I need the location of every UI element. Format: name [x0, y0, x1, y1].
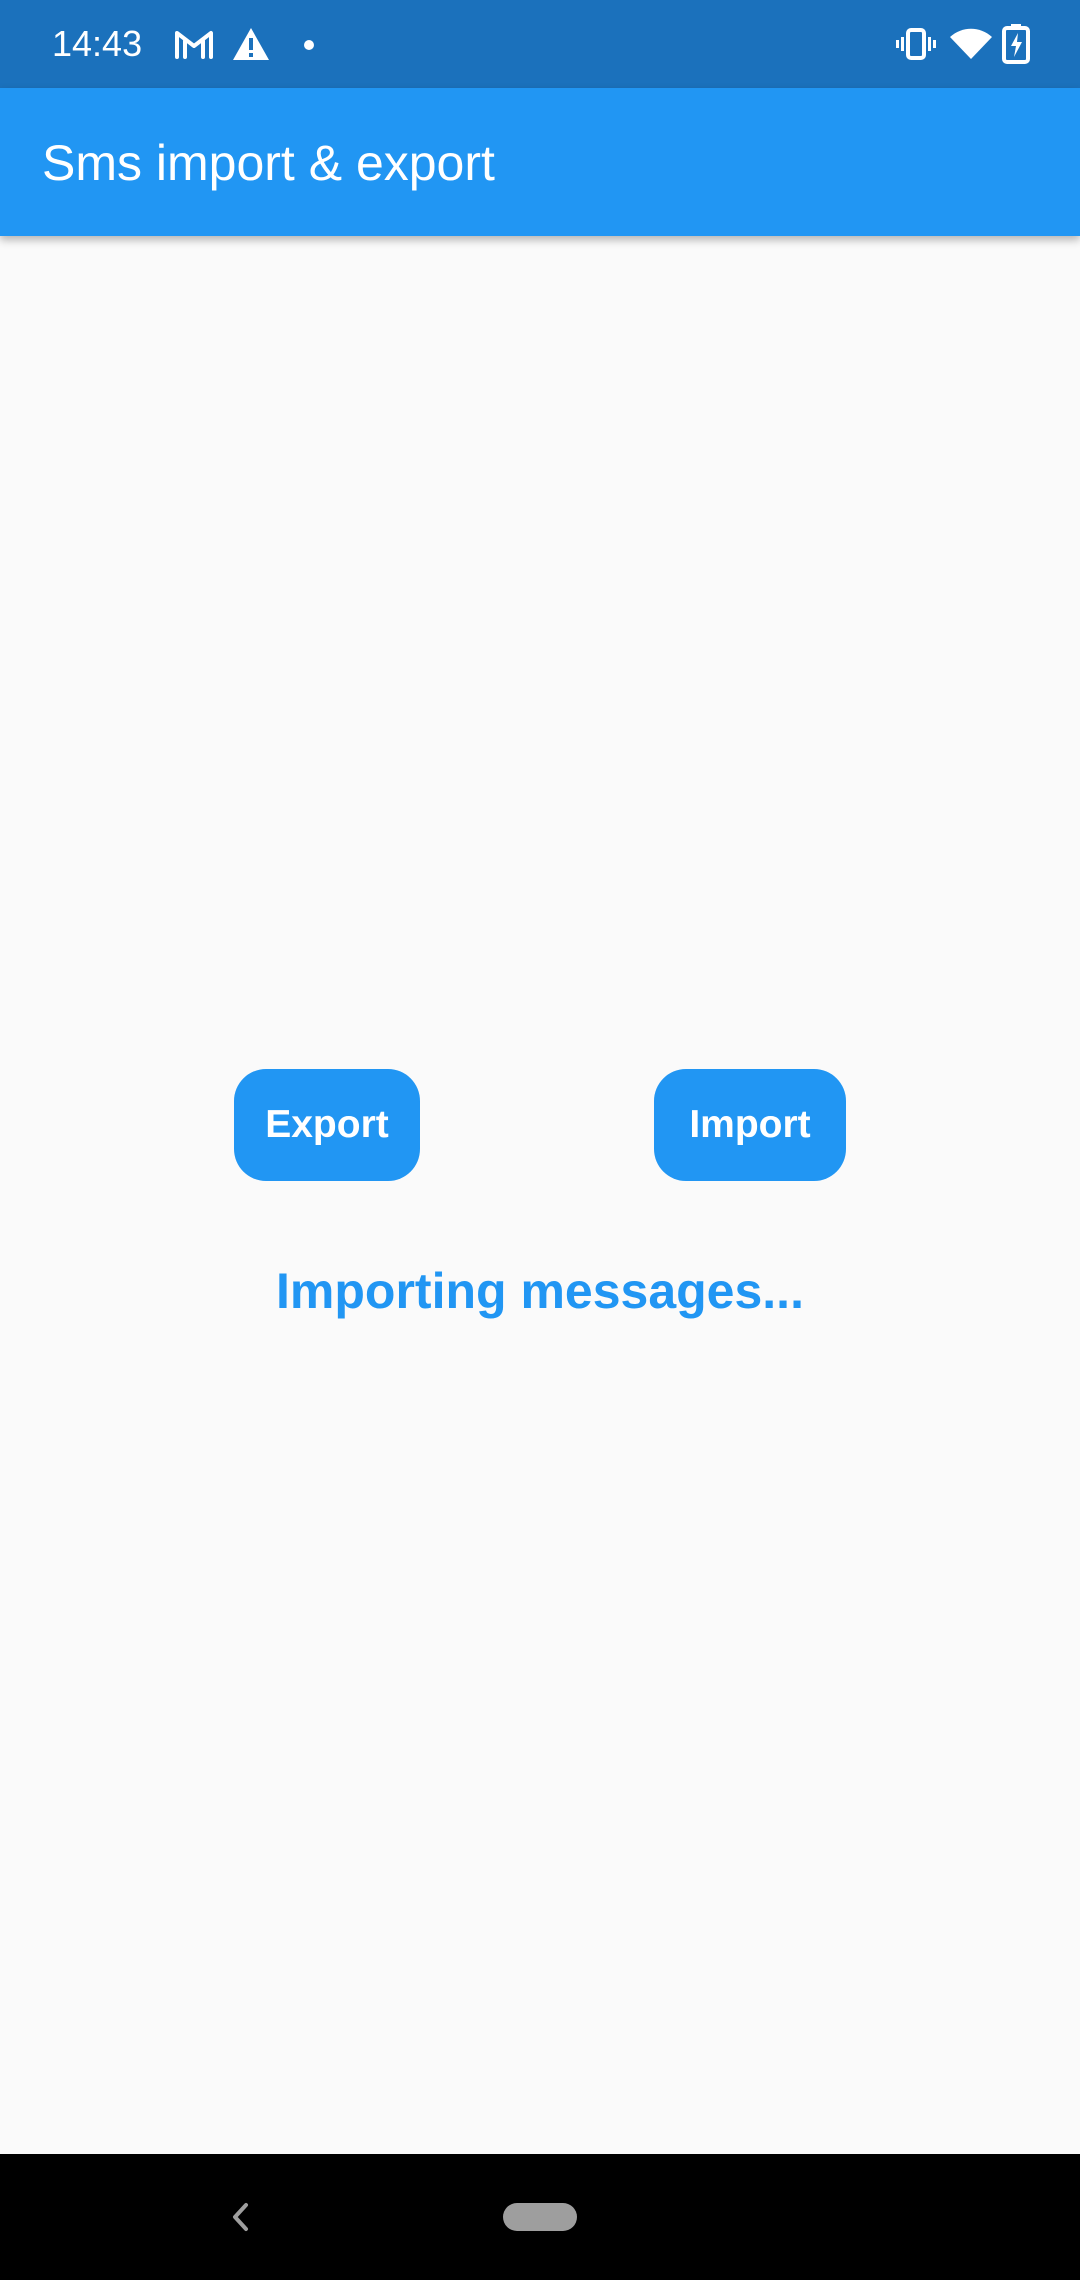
gmail-icon: [175, 31, 213, 59]
warning-icon: [233, 28, 269, 60]
import-button[interactable]: Import: [654, 1069, 846, 1181]
main-content: Export Import Importing messages...: [0, 236, 1080, 2154]
notification-dot-icon: [304, 40, 314, 50]
app-bar: Sms import & export: [0, 88, 1080, 236]
back-icon[interactable]: [224, 2194, 254, 2240]
wifi-icon: [950, 28, 992, 59]
vibrate-icon: [896, 28, 936, 60]
status-time: 14:43: [52, 23, 143, 64]
status-bar: 14:43: [0, 0, 1080, 88]
navigation-bar: [0, 2154, 1080, 2280]
status-message: Importing messages...: [276, 1263, 804, 1319]
export-button[interactable]: Export: [234, 1069, 420, 1181]
home-pill-icon[interactable]: [503, 2203, 577, 2231]
battery-charging-icon: [1002, 24, 1030, 64]
app-title: Sms import & export: [42, 135, 495, 191]
